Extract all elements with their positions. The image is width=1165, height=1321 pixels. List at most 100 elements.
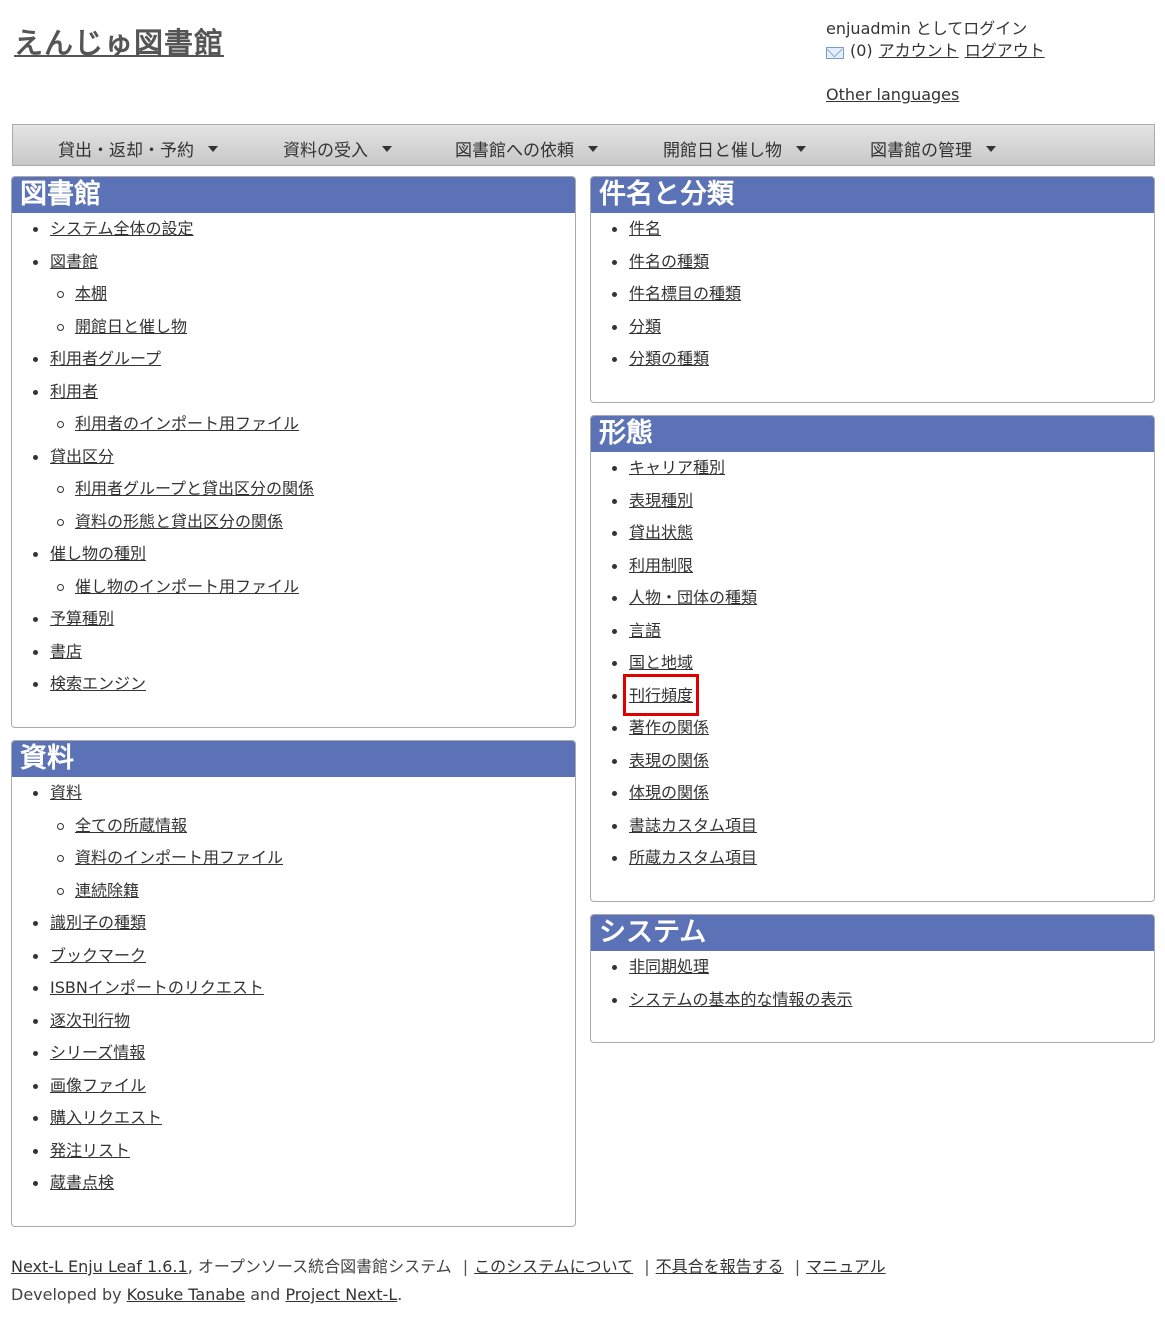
nav-link[interactable]: 分類の種類 [629,349,709,368]
nav-link[interactable]: 人物・団体の種類 [629,588,757,607]
nav-link[interactable]: 資料のインポート用ファイル [75,848,283,867]
user-box: enjuadmin としてログイン (0) アカウント ログアウト [826,18,1045,62]
nav-link[interactable]: 表現種別 [629,491,693,510]
list-item: 識別子の種類 [12,907,575,940]
report-bug-link[interactable]: 不具合を報告する [656,1257,784,1276]
nav-link[interactable]: 利用者グループ [50,349,161,368]
highlight-box [623,673,699,716]
nav-link[interactable]: 連続除籍 [75,881,139,900]
nav-link[interactable]: 件名の種類 [629,252,709,271]
nav-link[interactable]: 国と地域 [629,653,693,672]
footer-line-2: Developed by Kosuke Tanabe and Project N… [11,1285,402,1304]
nav-link[interactable]: 刊行頻度 [623,673,699,716]
author-link[interactable]: Kosuke Tanabe [127,1285,245,1304]
panel-title: 形態 [591,416,1154,452]
account-link[interactable]: アカウント [879,40,959,62]
nav-link[interactable]: ブックマーク [50,946,146,965]
list-item: 分類の種類 [591,343,1154,376]
nav-link[interactable]: 蔵書点検 [50,1173,114,1192]
caret-down-icon [986,145,996,152]
message-count: (0) [850,41,873,60]
panel-title: 資料 [12,741,575,777]
list-item: 予算種別 [12,603,575,636]
sub-list-item: 催し物のインポート用ファイル [12,571,575,604]
nav-link[interactable]: 非同期処理 [629,957,709,976]
sub-list-item: 本棚 [12,278,575,311]
nav-link[interactable]: 書誌カスタム項目 [629,816,757,835]
list-item: 所蔵カスタム項目 [591,842,1154,875]
nav-link[interactable]: 資料の形態と貸出区分の関係 [75,512,283,531]
nav-management[interactable]: 図書館の管理 [870,136,996,161]
nav-link[interactable]: 購入リクエスト [50,1108,162,1127]
list-item: 件名 [591,213,1154,246]
nav-circulation[interactable]: 貸出・返却・予約 [58,136,218,161]
list-item: 国と地域 [591,647,1154,680]
product-link[interactable]: Next-L Enju Leaf 1.6.1 [11,1257,188,1276]
nav-link[interactable]: 検索エンジン [50,674,146,693]
nav-link[interactable]: 表現の関係 [629,751,709,770]
nav-link[interactable]: システム全体の設定 [50,219,194,238]
nav-link[interactable]: 資料 [50,783,82,802]
other-languages-link[interactable]: Other languages [826,85,959,104]
nav-link[interactable]: 図書館 [50,252,98,271]
nav-link[interactable]: 開館日と催し物 [75,317,187,336]
nav-link[interactable]: 著作の関係 [629,718,709,737]
nav-link[interactable]: 件名標目の種類 [629,284,741,303]
nav-link[interactable]: システムの基本的な情報の表示 [629,990,853,1009]
nav-link[interactable]: 画像ファイル [50,1076,146,1095]
manual-link[interactable]: マニュアル [806,1257,886,1276]
nav-link[interactable]: ISBNインポートのリクエスト [50,978,264,997]
nav-link[interactable]: 催し物の種別 [50,544,146,563]
nav-link[interactable]: 言語 [629,621,661,640]
nav-link[interactable]: 利用者グループと貸出区分の関係 [75,479,314,498]
nav-link[interactable]: シリーズ情報 [50,1043,145,1062]
nav-link[interactable]: 予算種別 [50,609,114,628]
caret-down-icon [588,145,598,152]
about-link[interactable]: このシステムについて [474,1257,633,1276]
nav-link[interactable]: キャリア種別 [629,458,725,477]
list-item: システムの基本的な情報の表示 [591,984,1154,1017]
nav-link[interactable]: 所蔵カスタム項目 [629,848,757,867]
nav-requests[interactable]: 図書館への依頼 [455,136,598,161]
nav-link[interactable]: 催し物のインポート用ファイル [75,577,299,596]
nav-label: 資料の受入 [283,141,368,161]
nav-link[interactable]: 識別子の種類 [50,913,146,932]
list-item: 書誌カスタム項目 [591,810,1154,843]
list-item: 体現の関係 [591,777,1154,810]
list-item: 催し物の種別 [12,538,575,571]
and-text: and [250,1285,281,1304]
list-item: 図書館 [12,246,575,279]
mail-icon[interactable] [826,46,844,59]
list-item: ブックマーク [12,940,575,973]
logout-link[interactable]: ログアウト [965,40,1045,62]
footer-line-1: Next-L Enju Leaf 1.6.1, オープンソース統合図書館システム… [11,1253,886,1277]
panel-title: 図書館 [12,177,575,213]
nav-link[interactable]: 体現の関係 [629,783,709,802]
nav-link[interactable]: 逐次刊行物 [50,1011,130,1030]
main-nav: 貸出・返却・予約 資料の受入 図書館への依頼 開館日と催し物 図書館の管理 [12,124,1155,166]
nav-link[interactable]: 件名 [629,219,661,238]
nav-link[interactable]: 発注リスト [50,1141,130,1160]
nav-link[interactable]: 貸出状態 [629,523,693,542]
project-link[interactable]: Project Next-L [285,1285,397,1304]
nav-calendar-events[interactable]: 開館日と催し物 [663,136,806,161]
list-item: ISBNインポートのリクエスト [12,972,575,1005]
list-item: 書店 [12,636,575,669]
nav-link[interactable]: 利用制限 [629,556,693,575]
caret-down-icon [208,145,218,152]
list-item: 著作の関係 [591,712,1154,745]
footer-description: , オープンソース統合図書館システム [187,1257,452,1276]
list-item: 表現種別 [591,485,1154,518]
nav-acquisition[interactable]: 資料の受入 [283,136,392,161]
nav-link[interactable]: 全ての所蔵情報 [75,816,187,835]
nav-link[interactable]: 貸出区分 [50,447,114,466]
nav-link[interactable]: 分類 [629,317,661,336]
developed-by-text: Developed by [11,1285,122,1304]
nav-link[interactable]: 書店 [50,642,82,661]
nav-link[interactable]: 利用者 [50,382,98,401]
nav-link[interactable]: 本棚 [75,284,107,303]
site-title-link[interactable]: えんじゅ図書館 [14,20,224,62]
link-list: キャリア種別 表現種別貸出状態利用制限人物・団体の種類 言語国と地域 刊行頻度著作の関… [591,452,1154,875]
caret-down-icon [796,145,806,152]
nav-link[interactable]: 利用者のインポート用ファイル [75,414,299,433]
